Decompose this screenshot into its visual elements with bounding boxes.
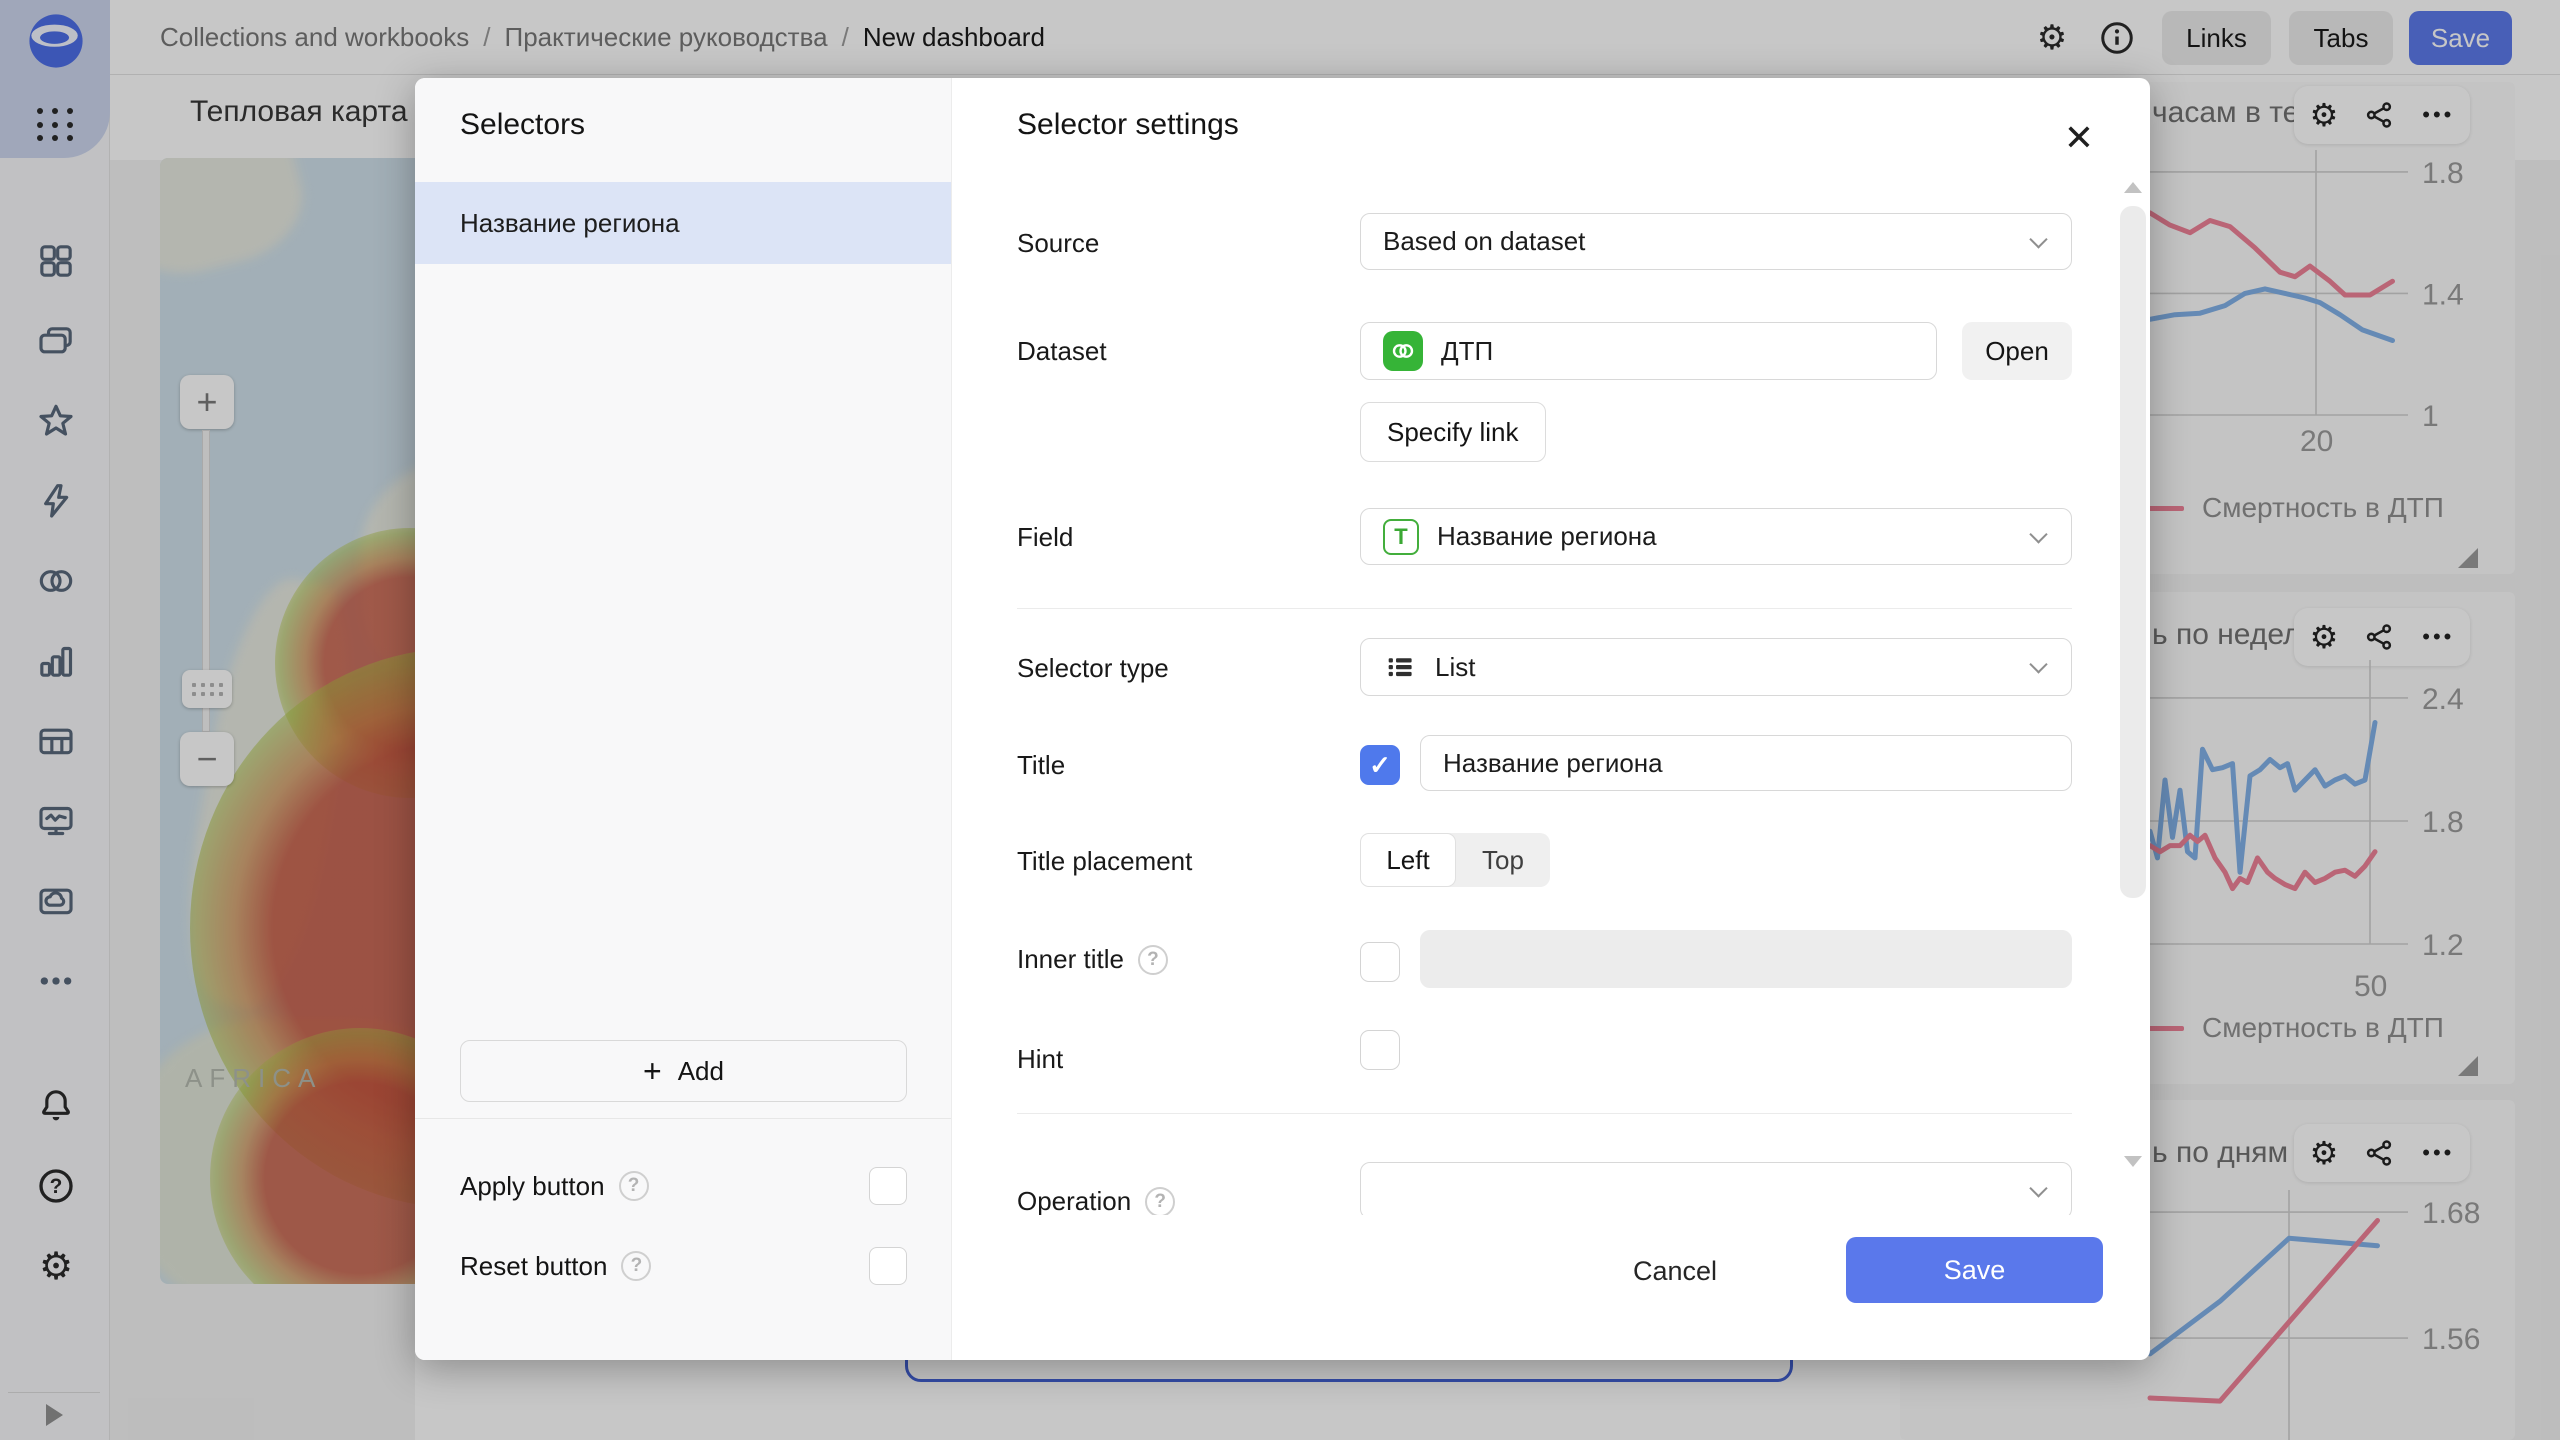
specify-link-button[interactable]: Specify link [1360,402,1546,462]
panel-divider [415,1118,951,1119]
chevron-down-icon [2029,525,2047,543]
close-button[interactable]: ✕ [2053,112,2105,164]
close-icon: ✕ [2064,117,2094,159]
source-value: Based on dataset [1383,226,1585,257]
form-divider [1017,608,2072,609]
inner-title-text: Inner title [1017,944,1124,975]
plus-icon: + [643,1055,662,1087]
operation-text: Operation [1017,1186,1131,1215]
save-button[interactable]: Save [1846,1237,2103,1303]
scrollbar-thumb[interactable] [2120,206,2146,898]
title-label: Title [1017,750,1065,781]
open-dataset-button[interactable]: Open [1962,322,2072,380]
selector-type-select[interactable]: List [1360,638,2072,696]
source-label: Source [1017,228,1099,259]
add-selector-button[interactable]: + Add [460,1040,907,1102]
field-value: Название региона [1437,521,1657,552]
form-divider [1017,1113,2072,1114]
title-checkbox-checked[interactable]: ✓ [1360,745,1400,785]
placement-left-option[interactable]: Left [1360,833,1456,887]
operation-label: Operation ? [1017,1186,1175,1215]
title-input[interactable]: Название региона [1420,735,2072,791]
title-placement-label: Title placement [1017,846,1192,877]
selectors-panel-title: Selectors [460,108,585,142]
reset-button-row: Reset button ? [460,1243,907,1289]
title-placement-segmented: Left Top [1360,833,1550,887]
screen: Collections and workbooks / Практические… [0,0,2560,1440]
help-question-icon[interactable]: ? [1145,1187,1175,1216]
dataset-name: ДТП [1441,336,1493,367]
selector-settings-dialog: Selectors Название региона + Add Apply b… [415,78,2150,1360]
scrollbar-up-arrow-icon[interactable] [2124,182,2142,193]
string-field-icon: T [1383,519,1419,555]
dialog-title: Selector settings [1017,108,1239,142]
chevron-down-icon [2029,1179,2047,1197]
reset-button-label: Reset button [460,1251,607,1282]
dataset-icon [1383,331,1423,371]
check-icon: ✓ [1369,750,1391,781]
scrollbar-down-arrow-icon[interactable] [2124,1156,2142,1167]
list-icon [1383,650,1417,684]
inner-title-checkbox[interactable] [1360,942,1400,982]
inner-title-label: Inner title ? [1017,944,1168,975]
inner-title-input-disabled [1420,930,2072,988]
selector-type-value: List [1435,652,1475,683]
field-select[interactable]: T Название региона [1360,508,2072,565]
title-input-value: Название региона [1443,748,1663,779]
field-label: Field [1017,522,1073,553]
dataset-field[interactable]: ДТП [1360,322,1937,380]
hint-label: Hint [1017,1044,1063,1075]
help-question-icon[interactable]: ? [621,1251,651,1281]
help-question-icon[interactable]: ? [1138,945,1168,975]
chevron-down-icon [2029,655,2047,673]
selector-list-item-selected[interactable]: Название региона [415,182,951,264]
selector-type-label: Selector type [1017,653,1169,684]
reset-button-checkbox[interactable] [869,1247,907,1285]
dataset-label: Dataset [1017,336,1107,367]
scroll-clip: Operation ? [415,1138,2115,1215]
chevron-down-icon [2029,230,2047,248]
hint-checkbox[interactable] [1360,1030,1400,1070]
operation-select[interactable] [1360,1162,2072,1215]
source-select[interactable]: Based on dataset [1360,213,2072,270]
cancel-button[interactable]: Cancel [1605,1244,1745,1298]
placement-top-option[interactable]: Top [1456,833,1550,887]
add-label: Add [678,1056,724,1087]
